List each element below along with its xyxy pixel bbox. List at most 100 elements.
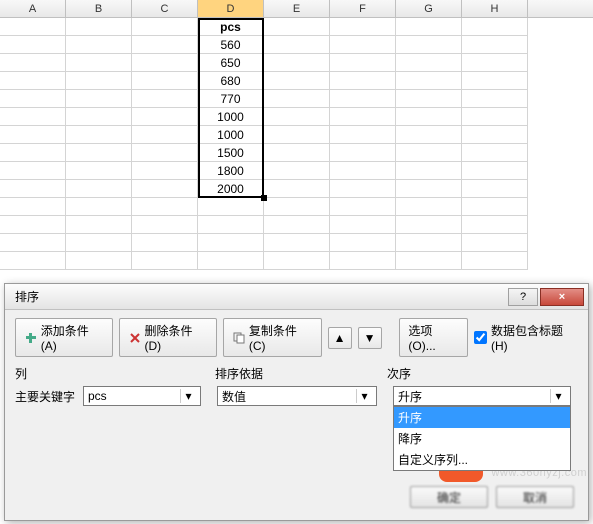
cell[interactable] <box>396 90 462 108</box>
cell[interactable] <box>264 72 330 90</box>
cell[interactable] <box>396 18 462 36</box>
cell[interactable] <box>462 144 528 162</box>
cell[interactable] <box>330 72 396 90</box>
close-button[interactable]: × <box>540 288 584 306</box>
cell[interactable] <box>396 216 462 234</box>
cell[interactable] <box>462 126 528 144</box>
cell[interactable] <box>264 90 330 108</box>
cell[interactable] <box>264 198 330 216</box>
order-select[interactable]: 升序 ▾ 升序降序自定义序列... <box>393 386 571 406</box>
column-header[interactable]: C <box>132 0 198 17</box>
cell[interactable] <box>264 180 330 198</box>
cell[interactable] <box>66 18 132 36</box>
cell[interactable] <box>0 198 66 216</box>
move-up-button[interactable]: ▲ <box>328 327 352 349</box>
cell[interactable] <box>66 180 132 198</box>
cell[interactable] <box>0 18 66 36</box>
column-header[interactable]: B <box>66 0 132 17</box>
cell[interactable]: 1000 <box>198 108 264 126</box>
cell[interactable] <box>330 126 396 144</box>
cell[interactable] <box>330 54 396 72</box>
cell[interactable] <box>132 234 198 252</box>
cell[interactable] <box>132 126 198 144</box>
cell[interactable] <box>132 54 198 72</box>
cell[interactable] <box>66 36 132 54</box>
cell[interactable] <box>0 36 66 54</box>
cell[interactable] <box>0 216 66 234</box>
cell[interactable] <box>264 108 330 126</box>
move-down-button[interactable]: ▼ <box>358 327 382 349</box>
column-header[interactable]: G <box>396 0 462 17</box>
cell[interactable] <box>462 54 528 72</box>
cell[interactable] <box>0 252 66 270</box>
column-header[interactable]: A <box>0 0 66 17</box>
cell[interactable]: 680 <box>198 72 264 90</box>
cell[interactable] <box>66 72 132 90</box>
cell[interactable] <box>462 162 528 180</box>
cell[interactable] <box>462 90 528 108</box>
cell[interactable]: 560 <box>198 36 264 54</box>
dropdown-option[interactable]: 自定义序列... <box>394 449 570 470</box>
cell[interactable] <box>462 216 528 234</box>
cell[interactable] <box>198 216 264 234</box>
cell[interactable] <box>66 216 132 234</box>
cell[interactable] <box>198 252 264 270</box>
cell[interactable] <box>132 162 198 180</box>
cell[interactable] <box>66 234 132 252</box>
cell[interactable] <box>330 216 396 234</box>
cell[interactable] <box>66 90 132 108</box>
copy-condition-button[interactable]: 复制条件(C) <box>223 318 321 357</box>
cell[interactable] <box>66 198 132 216</box>
cell[interactable]: pcs <box>198 18 264 36</box>
cell[interactable]: 1800 <box>198 162 264 180</box>
dropdown-option[interactable]: 降序 <box>394 428 570 449</box>
cell[interactable]: 1500 <box>198 144 264 162</box>
column-header[interactable]: E <box>264 0 330 17</box>
cell[interactable] <box>396 144 462 162</box>
cell[interactable] <box>0 180 66 198</box>
cell[interactable] <box>330 252 396 270</box>
cell[interactable] <box>462 180 528 198</box>
cell[interactable] <box>0 90 66 108</box>
cell[interactable] <box>264 216 330 234</box>
cell[interactable] <box>330 234 396 252</box>
cell[interactable] <box>330 108 396 126</box>
cell[interactable] <box>198 234 264 252</box>
cell[interactable]: 650 <box>198 54 264 72</box>
cell[interactable] <box>132 18 198 36</box>
cell[interactable] <box>132 180 198 198</box>
cell[interactable] <box>0 108 66 126</box>
basis-select[interactable]: 数值 ▾ <box>217 386 377 406</box>
cell[interactable] <box>462 72 528 90</box>
fill-handle[interactable] <box>261 195 267 201</box>
cell[interactable] <box>0 72 66 90</box>
cell[interactable] <box>132 252 198 270</box>
cell[interactable] <box>264 234 330 252</box>
cell[interactable] <box>396 234 462 252</box>
cell[interactable] <box>330 90 396 108</box>
cell[interactable] <box>0 144 66 162</box>
cell[interactable] <box>132 198 198 216</box>
delete-condition-button[interactable]: 删除条件(D) <box>119 318 217 357</box>
cell[interactable] <box>132 108 198 126</box>
dropdown-option[interactable]: 升序 <box>394 407 570 428</box>
column-select[interactable]: pcs ▾ <box>83 386 201 406</box>
cell[interactable] <box>132 36 198 54</box>
cell[interactable] <box>462 36 528 54</box>
cell[interactable] <box>66 162 132 180</box>
cell[interactable] <box>330 36 396 54</box>
cell[interactable] <box>396 36 462 54</box>
cell[interactable] <box>462 252 528 270</box>
cell[interactable] <box>66 252 132 270</box>
cell[interactable] <box>0 162 66 180</box>
options-button[interactable]: 选项(O)... <box>399 318 468 357</box>
cell[interactable] <box>462 108 528 126</box>
cell[interactable]: 1000 <box>198 126 264 144</box>
cell[interactable] <box>264 18 330 36</box>
cell[interactable] <box>330 18 396 36</box>
grid[interactable]: pcs56065068077010001000150018002000 <box>0 18 593 270</box>
cell[interactable] <box>264 126 330 144</box>
cell[interactable] <box>132 90 198 108</box>
cell[interactable] <box>264 144 330 162</box>
cell[interactable] <box>66 54 132 72</box>
